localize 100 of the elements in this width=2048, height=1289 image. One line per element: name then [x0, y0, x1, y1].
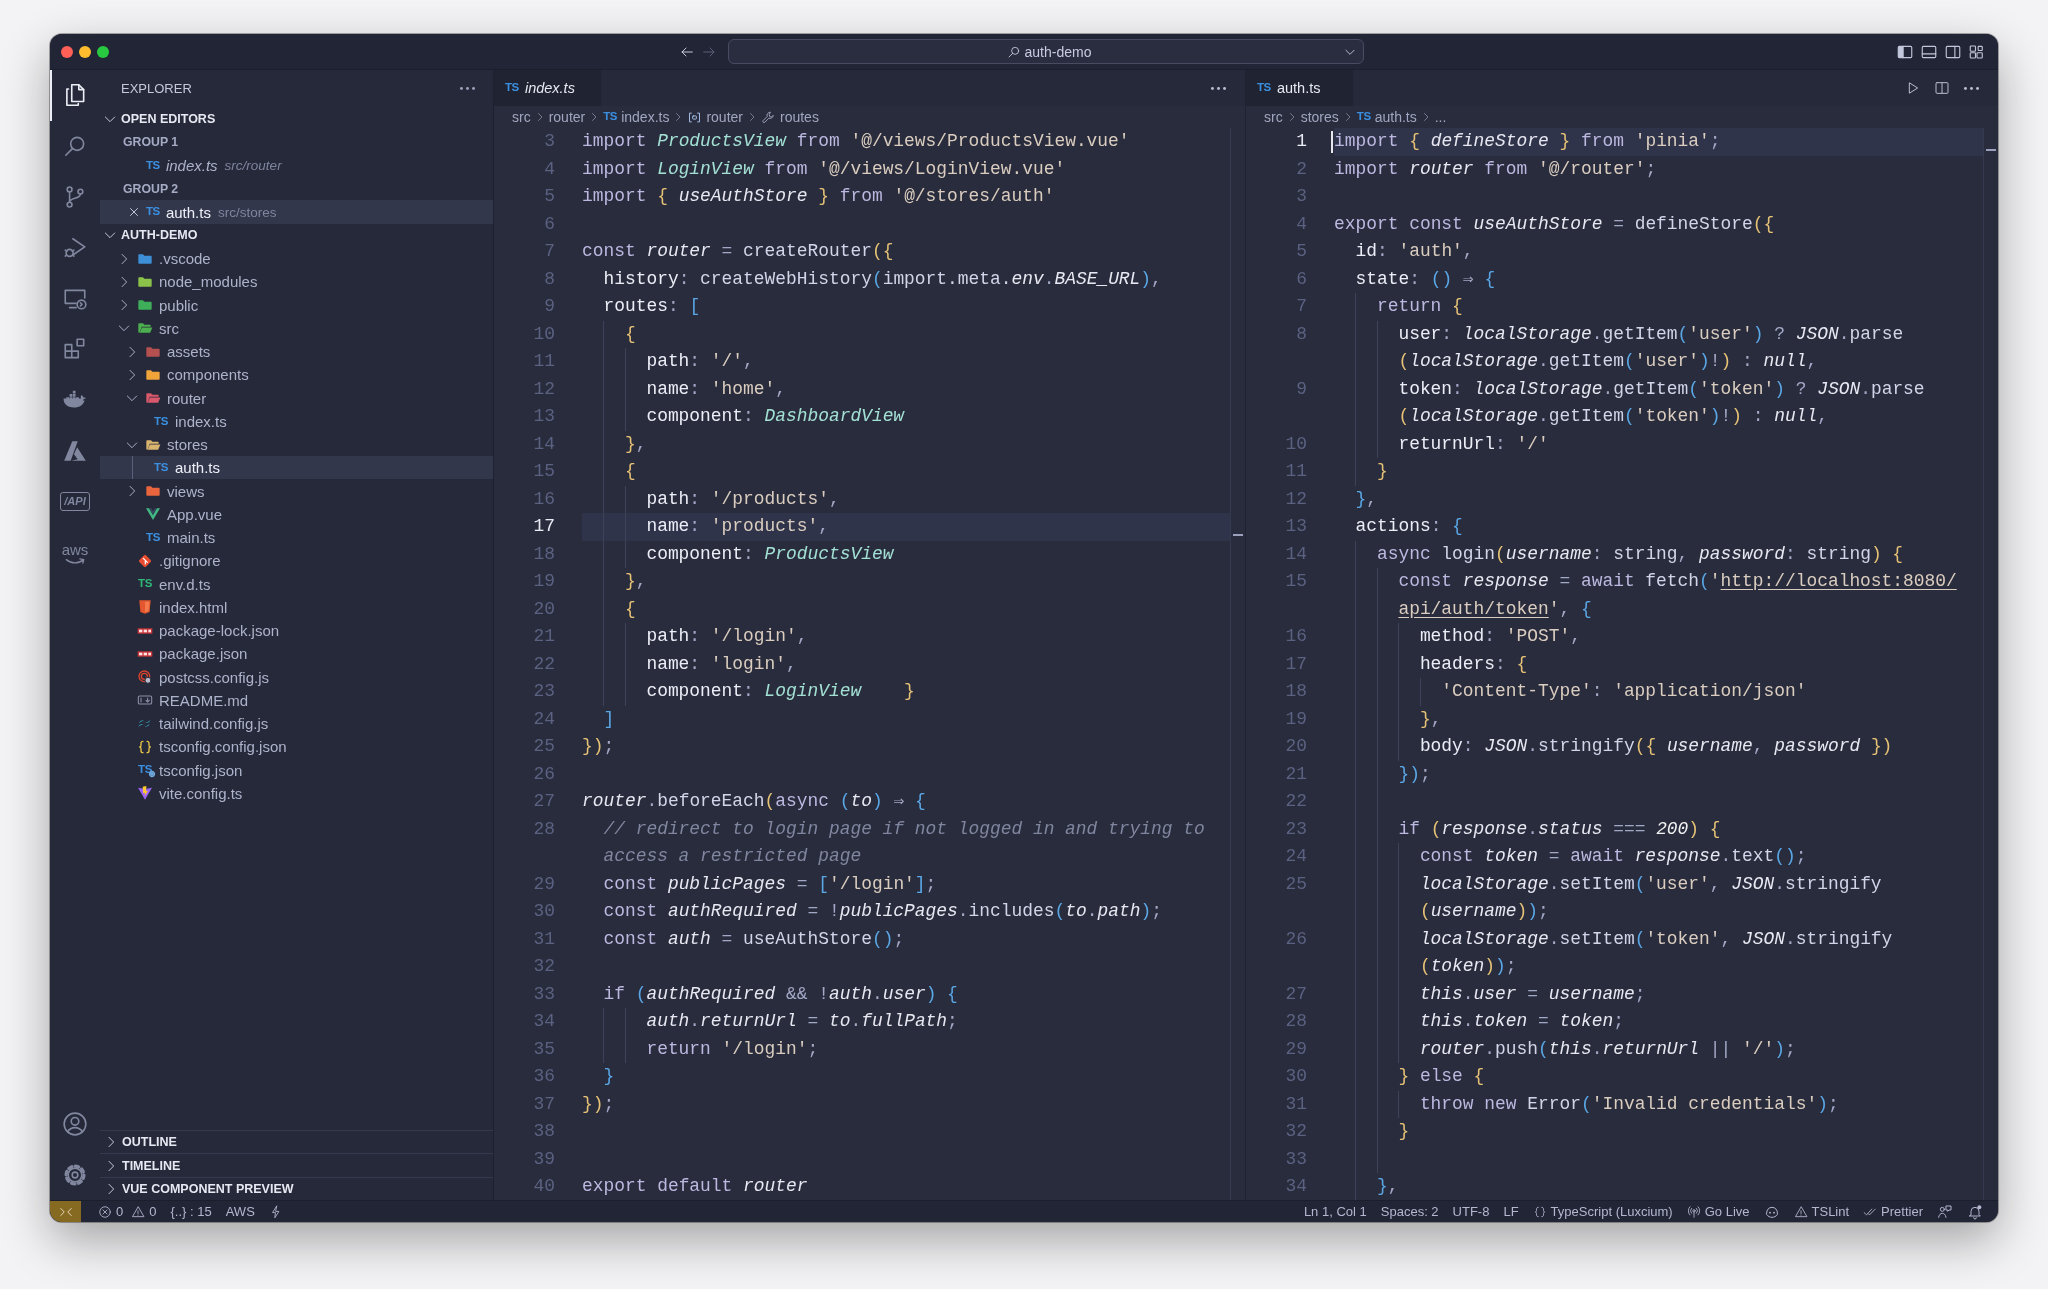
- file-item[interactable]: TS env.d.ts: [100, 572, 493, 596]
- code-line: });: [582, 1092, 615, 1116]
- file-item[interactable]: package.json: [100, 642, 493, 666]
- breadcrumb-item[interactable]: routes: [761, 109, 819, 125]
- breadcrumb-item[interactable]: router: [548, 109, 586, 125]
- lightning-triangle-icon: [137, 785, 153, 802]
- line-number: 1: [1296, 131, 1307, 151]
- file-type-label: TS: [505, 82, 519, 94]
- line-number: 33: [533, 983, 555, 1004]
- folder-item[interactable]: components: [100, 363, 493, 387]
- code-line: router.beforeEach(async (to) ⇒ {: [582, 790, 926, 813]
- command-center[interactable]: auth-demo: [728, 39, 1364, 64]
- code-line: actions: {: [1355, 515, 1463, 538]
- code-line: (localStorage.getItem('user')!) : null,: [1398, 350, 1818, 373]
- problems-button[interactable]: 0 0: [91, 1201, 164, 1222]
- folder-item[interactable]: .vscode: [100, 246, 493, 271]
- file-item[interactable]: TS auth.ts: [100, 456, 493, 480]
- folder-item[interactable]: router: [100, 386, 493, 410]
- bell-icon: [1967, 1203, 1983, 1220]
- line-number: 38: [533, 1121, 555, 1141]
- folder-item[interactable]: views: [100, 479, 493, 503]
- code-line: this.user = username;: [1419, 982, 1646, 1006]
- status-item[interactable]: Ln 1, Col 1: [1296, 1201, 1374, 1222]
- file-item[interactable]: .gitignore: [100, 549, 493, 573]
- folder-item[interactable]: src: [100, 316, 493, 340]
- go-live-button[interactable]: Go Live: [1679, 1201, 1757, 1222]
- breadcrumb-item[interactable]: src: [1264, 109, 1283, 125]
- breadcrumb-item[interactable]: ...: [1434, 109, 1447, 125]
- line-number: 11: [533, 351, 555, 371]
- open-editor-item[interactable]: TS auth.ts src/stores: [100, 200, 493, 224]
- line-number: 11: [1285, 461, 1307, 481]
- line-number: 5: [544, 186, 555, 206]
- editor-tab[interactable]: TS auth.ts: [1246, 70, 1353, 106]
- language-mode-button[interactable]: TypeScript (Luxcium): [1525, 1201, 1680, 1222]
- remote-button[interactable]: [50, 1201, 81, 1222]
- line-number: 2: [1296, 158, 1307, 179]
- file-item[interactable]: vite.config.ts: [100, 781, 493, 805]
- section-header[interactable]: OPEN EDITORS: [100, 107, 493, 131]
- folder-item[interactable]: node_modules: [100, 270, 493, 294]
- section-header[interactable]: AUTH-DEMO: [100, 223, 493, 247]
- file-item[interactable]: tailwind.config.js: [100, 711, 493, 736]
- file-item[interactable]: postcss.config.js: [100, 665, 493, 689]
- code-line: (token));: [1419, 955, 1517, 978]
- line-number: 25: [533, 736, 555, 756]
- formatter-button[interactable]: Prettier: [1856, 1201, 1930, 1222]
- cursor-position-marker: [1986, 148, 1996, 151]
- breadcrumb-item[interactable]: TS auth.ts: [1356, 109, 1417, 125]
- file-type-label: TS: [146, 159, 160, 172]
- folder-item[interactable]: assets: [100, 339, 493, 364]
- folder-item[interactable]: public: [100, 293, 493, 317]
- breadcrumb-item[interactable]: router: [687, 109, 743, 125]
- line-number: 9: [1296, 378, 1307, 399]
- editor-tab[interactable]: TS index.ts: [494, 70, 601, 106]
- status-item[interactable]: AWS: [218, 1201, 262, 1222]
- activity-bar-tab[interactable]: aws: [50, 527, 100, 578]
- line-number: 4: [544, 158, 555, 179]
- line-number: 29: [1285, 1038, 1307, 1059]
- code-line: token: localStorage.getItem('token') ? JSON.parse: [1398, 377, 1925, 401]
- code-line: const response = await fetch('http://localhost:8080/: [1398, 570, 1957, 593]
- breadcrumb-item[interactable]: stores: [1300, 109, 1339, 125]
- code-line: const auth = useAuthStore();: [603, 927, 905, 951]
- section-header[interactable]: TIMELINE: [100, 1153, 493, 1177]
- maximize-window-button[interactable]: [97, 45, 109, 58]
- section-header[interactable]: OUTLINE: [100, 1130, 493, 1154]
- code-line: name: 'home',: [646, 377, 786, 401]
- file-item[interactable]: TS tsconfig.json: [100, 758, 493, 782]
- folder-item[interactable]: stores: [100, 432, 493, 457]
- more-icon: [1963, 86, 1979, 90]
- open-editor-item[interactable]: TS index.ts src/router: [100, 153, 493, 178]
- line-number: 27: [1285, 983, 1307, 1004]
- status-item[interactable]: UTF-8: [1445, 1201, 1497, 1222]
- activity-bar-tab[interactable]: /API: [50, 476, 100, 528]
- file-item[interactable]: tsconfig.config.json: [100, 735, 493, 759]
- status-item[interactable]: LF: [1496, 1201, 1526, 1222]
- file-item[interactable]: index.html: [100, 595, 493, 619]
- line-number: 31: [533, 928, 555, 949]
- file-item[interactable]: TS main.ts: [100, 525, 493, 550]
- file-item[interactable]: App.vue: [100, 502, 493, 526]
- code-line: path: '/login',: [646, 625, 808, 648]
- status-item[interactable]: Spaces: 2: [1373, 1201, 1446, 1222]
- close-window-button[interactable]: [61, 45, 73, 58]
- linter-button[interactable]: TSLint: [1786, 1201, 1857, 1222]
- file-type-label: TS: [154, 415, 168, 427]
- file-type-label: TS: [603, 111, 618, 123]
- breadcrumb-item[interactable]: TS index.ts: [603, 109, 670, 125]
- file-item[interactable]: README.md: [100, 688, 493, 712]
- line-number: 30: [1285, 1066, 1307, 1086]
- line-number: 7: [1296, 296, 1307, 316]
- line-number: 39: [533, 1148, 555, 1169]
- code-line: },: [1419, 707, 1442, 731]
- warning-icon: [131, 1204, 146, 1219]
- breadcrumb-item[interactable]: src: [512, 109, 531, 125]
- file-item[interactable]: package-lock.json: [100, 618, 493, 643]
- wrench-icon: [761, 109, 776, 125]
- minimize-window-button[interactable]: [79, 45, 91, 58]
- line-number: 32: [533, 956, 555, 976]
- file-item[interactable]: TS index.ts: [100, 409, 493, 433]
- search-icon: [1006, 44, 1021, 59]
- code-line: (username));: [1419, 900, 1549, 923]
- status-item[interactable]: {..} : 15: [163, 1201, 219, 1222]
